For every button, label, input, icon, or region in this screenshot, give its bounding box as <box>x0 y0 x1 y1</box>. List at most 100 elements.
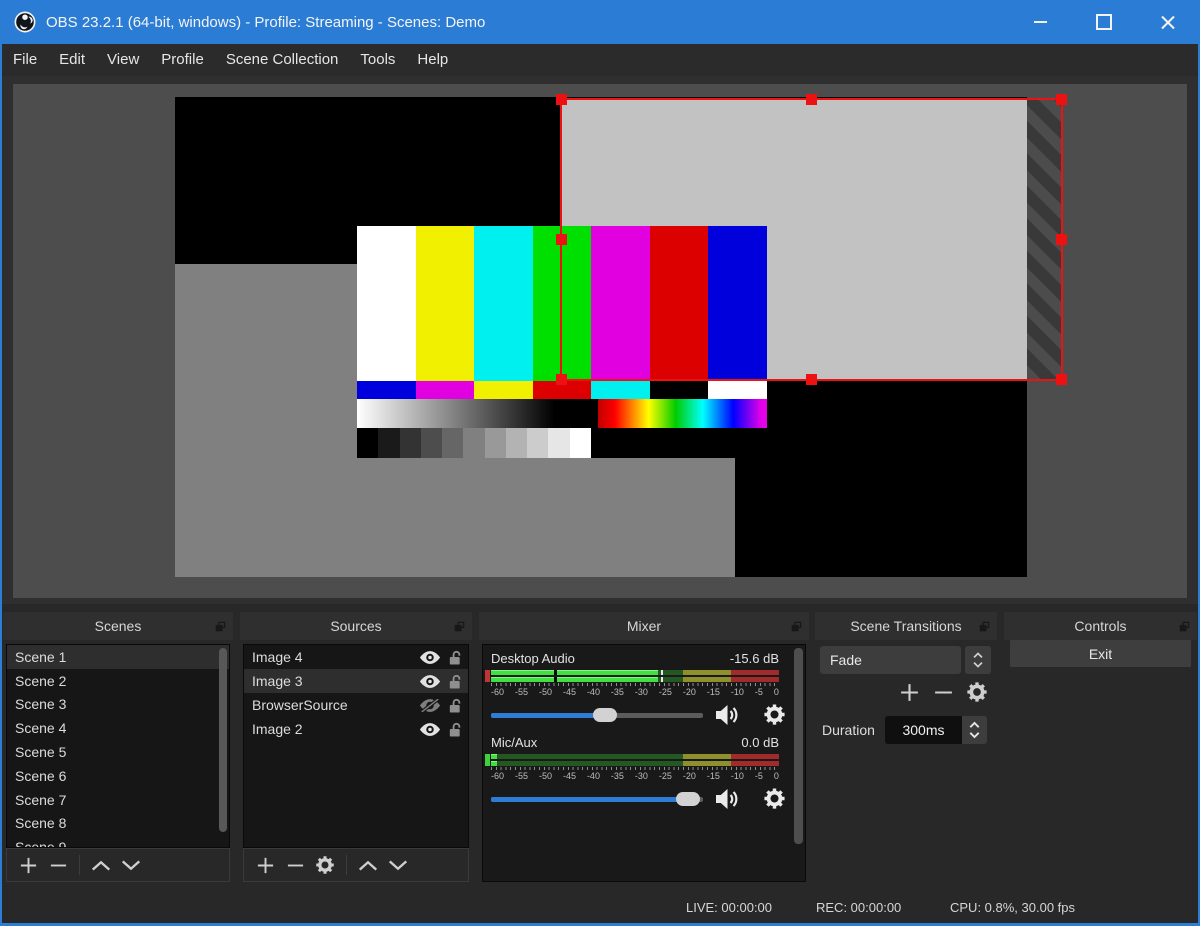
channel-settings-gear-icon[interactable] <box>763 703 786 726</box>
duration-spinbox[interactable]: 300ms <box>885 716 987 744</box>
transition-select[interactable]: Fade <box>820 646 961 674</box>
scene-list-item[interactable]: Scene 6 <box>7 764 229 788</box>
resize-handle-bottom-right[interactable] <box>1056 374 1067 385</box>
add-transition-button[interactable] <box>897 680 921 704</box>
obs-logo-icon <box>14 11 36 33</box>
volume-slider[interactable] <box>491 701 703 729</box>
transition-select-spinner[interactable] <box>965 646 991 674</box>
menu-item[interactable]: Profile <box>150 44 215 76</box>
controls-panel-header[interactable]: Controls <box>1004 612 1197 640</box>
scale-label: -15 <box>706 771 720 781</box>
menu-item[interactable]: View <box>96 44 150 76</box>
move-source-up-button[interactable] <box>353 853 383 877</box>
resize-handle-top-left[interactable] <box>556 94 567 105</box>
remove-scene-button[interactable] <box>43 853 73 877</box>
mixer-scrollbar[interactable] <box>794 648 803 844</box>
menu-item[interactable]: Scene Collection <box>215 44 350 76</box>
smpte-step <box>399 428 421 458</box>
smpte-step <box>505 428 528 458</box>
visibility-eye-icon[interactable] <box>419 675 441 688</box>
maximize-button[interactable] <box>1072 0 1136 44</box>
lock-icon[interactable] <box>447 650 462 665</box>
add-source-button[interactable] <box>250 853 280 877</box>
lock-icon[interactable] <box>447 722 462 737</box>
scale-label: -30 <box>634 771 648 781</box>
scene-list-item[interactable]: Scene 4 <box>7 716 229 740</box>
scene-list-item[interactable]: Scene 5 <box>7 740 229 764</box>
speaker-icon[interactable] <box>713 702 739 728</box>
control-button[interactable]: Exit <box>1010 640 1191 667</box>
scenes-scrollbar[interactable] <box>219 648 227 832</box>
scene-list-item[interactable]: Scene 1 <box>7 645 229 669</box>
volume-slider-handle[interactable] <box>593 708 618 722</box>
selection-rectangle[interactable] <box>556 94 1067 385</box>
scale-label: -5 <box>754 771 763 781</box>
close-button[interactable] <box>1136 0 1200 44</box>
resize-handle-middle-right[interactable] <box>1056 233 1067 245</box>
smpte-step <box>463 428 485 458</box>
smpte-step <box>569 428 591 458</box>
scene-list-item[interactable]: Scene 2 <box>7 669 229 693</box>
scenes-list[interactable]: Scene 1 Scene 2 Scene 3 Scene 4 Scene 5 <box>6 644 230 848</box>
menu-item[interactable]: File <box>2 44 48 76</box>
scene-name: Scene 2 <box>15 672 67 689</box>
scene-list-item[interactable]: Scene 7 <box>7 788 229 812</box>
add-scene-button[interactable] <box>13 853 43 877</box>
float-panel-icon[interactable] <box>979 621 990 632</box>
smpte-row2-seg <box>591 381 650 399</box>
float-panel-icon[interactable] <box>1179 621 1190 632</box>
move-scene-up-button[interactable] <box>86 853 116 877</box>
source-list-item[interactable]: BrowserSource <box>244 693 468 717</box>
preview-canvas[interactable] <box>13 84 1187 598</box>
sources-toolbar <box>243 848 469 882</box>
remove-transition-button[interactable] <box>931 680 955 704</box>
transition-properties-gear-icon[interactable] <box>965 680 989 704</box>
volume-slider-handle[interactable] <box>676 792 701 806</box>
minimize-button[interactable] <box>1008 0 1072 44</box>
resize-handle-top-middle[interactable] <box>805 94 817 105</box>
channel-status-indicator <box>485 754 490 766</box>
float-panel-icon[interactable] <box>454 621 465 632</box>
move-source-down-button[interactable] <box>383 853 413 877</box>
lock-icon[interactable] <box>447 674 462 689</box>
source-list-item[interactable]: Image 2 <box>244 717 468 741</box>
scale-label: -60 <box>491 687 505 697</box>
scene-list-item[interactable]: Scene 9 <box>7 835 229 847</box>
source-list-item[interactable]: Image 3 <box>244 669 468 693</box>
source-properties-gear-icon[interactable] <box>310 853 340 877</box>
sources-list[interactable]: Image 4 Image 3 BrowserSource Image 2 <box>243 644 469 848</box>
source-list-item[interactable]: Image 4 <box>244 645 468 669</box>
menu-item[interactable]: Tools <box>349 44 406 76</box>
transitions-panel-header[interactable]: Scene Transitions <box>815 612 997 640</box>
mixer-panel-header[interactable]: Mixer <box>479 612 809 640</box>
resize-handle-middle-left[interactable] <box>556 233 567 245</box>
resize-handle-bottom-left[interactable] <box>556 374 567 385</box>
menu-item[interactable]: Help <box>406 44 459 76</box>
sources-panel-header[interactable]: Sources <box>240 612 472 640</box>
scene-list-item[interactable]: Scene 8 <box>7 812 229 836</box>
scenes-panel-header[interactable]: Scenes <box>3 612 233 640</box>
visibility-eye-icon[interactable] <box>419 651 441 664</box>
resize-handle-bottom-middle[interactable] <box>805 374 817 385</box>
speaker-icon[interactable] <box>713 786 739 812</box>
scene-list-item[interactable]: Scene 3 <box>7 693 229 717</box>
lock-icon[interactable] <box>447 698 462 713</box>
smpte-bar <box>357 226 416 381</box>
scene-name: Scene 3 <box>15 696 67 713</box>
channel-settings-gear-icon[interactable] <box>763 787 786 810</box>
volume-slider[interactable] <box>491 785 703 813</box>
resize-handle-top-right[interactable] <box>1056 94 1067 105</box>
channel-db-value: -15.6 dB <box>729 651 779 666</box>
titlebar[interactable]: OBS 23.2.1 (64-bit, windows) - Profile: … <box>0 0 1200 44</box>
move-scene-down-button[interactable] <box>116 853 146 877</box>
float-panel-icon[interactable] <box>791 621 802 632</box>
duration-spinner-arrows[interactable] <box>962 716 987 744</box>
float-panel-icon[interactable] <box>215 621 226 632</box>
remove-source-button[interactable] <box>280 853 310 877</box>
visibility-eye-icon[interactable] <box>419 723 441 736</box>
menu-item[interactable]: Edit <box>48 44 96 76</box>
scale-label: -20 <box>682 771 696 781</box>
duration-value[interactable]: 300ms <box>885 716 962 744</box>
visibility-eye-off-icon[interactable] <box>419 699 441 712</box>
scale-label: 0 <box>773 687 779 697</box>
